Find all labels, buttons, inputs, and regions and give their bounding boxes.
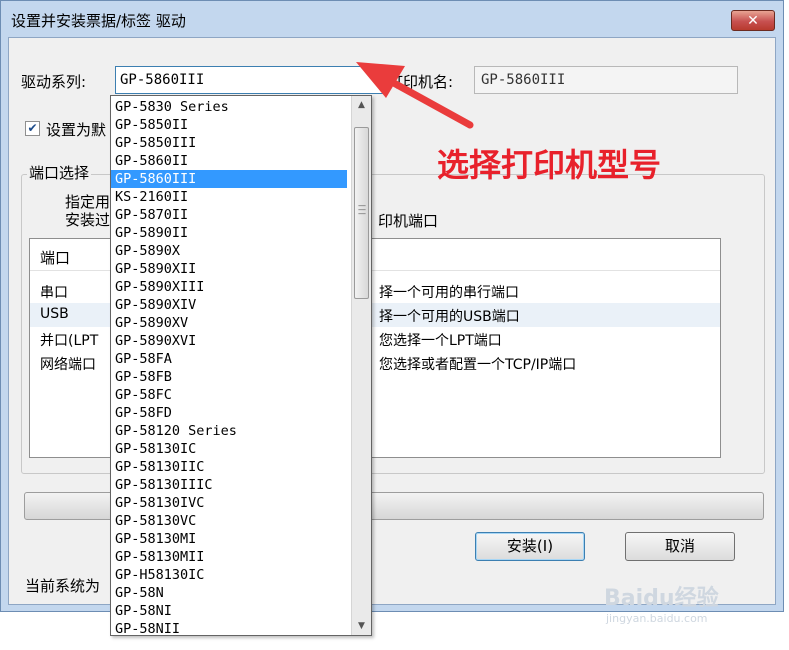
watermark-url: jingyan.baidu.com [606,612,708,625]
annotation-label: 选择打印机型号 [437,146,662,184]
annotation-arrow-icon [356,62,474,129]
watermark-logo: Baidu经验 [604,586,719,611]
